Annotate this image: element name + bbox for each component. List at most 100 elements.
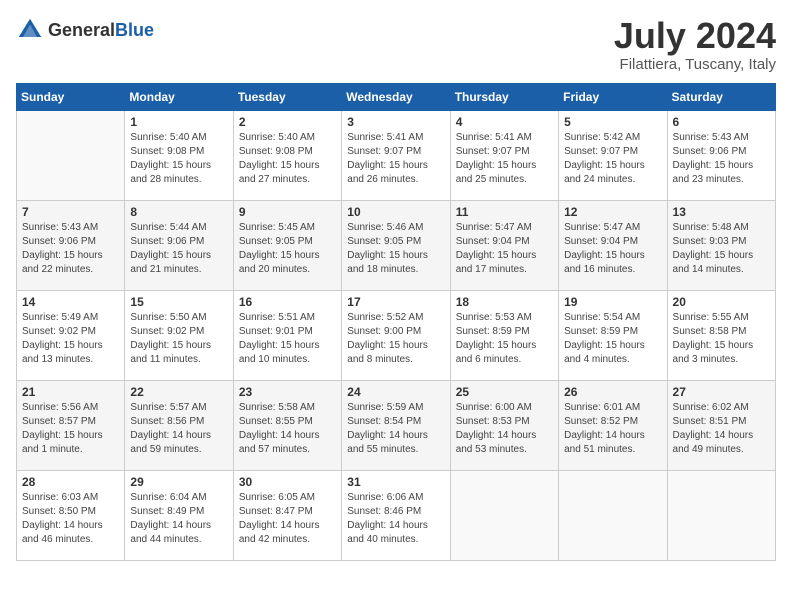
day-info: Sunrise: 5:40 AM Sunset: 9:08 PM Dayligh… [239,131,336,187]
calendar-cell: 20 Sunrise: 5:55 AM Sunset: 8:58 PM Dayli… [667,290,775,380]
header-sunday: Sunday [17,83,125,110]
day-info: Sunrise: 5:41 AM Sunset: 9:07 PM Dayligh… [456,131,553,187]
title-block: July 2024 Filattiera, Tuscany, Italy [614,16,776,73]
day-number: 3 [347,115,444,129]
calendar-cell: 31 Sunrise: 6:06 AM Sunset: 8:46 PM Dayli… [342,470,450,560]
day-info: Sunrise: 5:52 AM Sunset: 9:00 PM Dayligh… [347,311,444,367]
day-number: 23 [239,385,336,399]
day-number: 30 [239,475,336,489]
calendar-cell: 28 Sunrise: 6:03 AM Sunset: 8:50 PM Dayli… [17,470,125,560]
day-info: Sunrise: 5:58 AM Sunset: 8:55 PM Dayligh… [239,401,336,457]
page-header: GeneralBlue July 2024 Filattiera, Tuscan… [16,16,776,73]
calendar-cell: 5Sunrise: 5:42 AM Sunset: 9:07 PM Daylig… [559,110,667,200]
calendar-cell: 3Sunrise: 5:41 AM Sunset: 9:07 PM Daylig… [342,110,450,200]
day-info: Sunrise: 5:47 AM Sunset: 9:04 PM Dayligh… [456,221,553,277]
day-info: Sunrise: 5:54 AM Sunset: 8:59 PM Dayligh… [564,311,661,367]
day-number: 17 [347,295,444,309]
day-info: Sunrise: 6:01 AM Sunset: 8:52 PM Dayligh… [564,401,661,457]
day-number: 13 [673,205,770,219]
calendar-cell: 21 Sunrise: 5:56 AM Sunset: 8:57 PM Dayli… [17,380,125,470]
logo-text-blue: Blue [115,20,154,40]
day-number: 25 [456,385,553,399]
day-number: 27 [673,385,770,399]
day-info: Sunrise: 6:02 AM Sunset: 8:51 PM Dayligh… [673,401,770,457]
calendar-cell [559,470,667,560]
day-info: Sunrise: 5:43 AM Sunset: 9:06 PM Dayligh… [22,221,119,277]
day-info: Sunrise: 5:55 AM Sunset: 8:58 PM Dayligh… [673,311,770,367]
calendar-cell [17,110,125,200]
day-number: 28 [22,475,119,489]
calendar-cell: 13 Sunrise: 5:48 AM Sunset: 9:03 PM Dayli… [667,200,775,290]
day-info: Sunrise: 5:44 AM Sunset: 9:06 PM Dayligh… [130,221,227,277]
calendar-cell: 30 Sunrise: 6:05 AM Sunset: 8:47 PM Dayli… [233,470,341,560]
day-info: Sunrise: 5:48 AM Sunset: 9:03 PM Dayligh… [673,221,770,277]
calendar-cell [667,470,775,560]
header-saturday: Saturday [667,83,775,110]
calendar-cell: 4 Sunrise: 5:41 AM Sunset: 9:07 PM Daylig… [450,110,558,200]
logo: GeneralBlue [16,16,154,44]
header-wednesday: Wednesday [342,83,450,110]
day-number: 20 [673,295,770,309]
day-info: Sunrise: 5:42 AM Sunset: 9:07 PM Dayligh… [564,131,661,187]
day-number: 11 [456,205,553,219]
day-number: 7 [22,205,119,219]
day-info: Sunrise: 5:49 AM Sunset: 9:02 PM Dayligh… [22,311,119,367]
calendar-table: SundayMondayTuesdayWednesdayThursdayFrid… [16,83,776,561]
month-year: July 2024 [614,16,776,56]
calendar-cell: 18 Sunrise: 5:53 AM Sunset: 8:59 PM Dayli… [450,290,558,380]
day-info: Sunrise: 5:56 AM Sunset: 8:57 PM Dayligh… [22,401,119,457]
day-number: 29 [130,475,227,489]
calendar-cell: 12Sunrise: 5:47 AM Sunset: 9:04 PM Dayli… [559,200,667,290]
calendar-cell: 27 Sunrise: 6:02 AM Sunset: 8:51 PM Dayli… [667,380,775,470]
day-info: Sunrise: 5:53 AM Sunset: 8:59 PM Dayligh… [456,311,553,367]
calendar-cell: 7 Sunrise: 5:43 AM Sunset: 9:06 PM Daylig… [17,200,125,290]
day-info: Sunrise: 5:43 AM Sunset: 9:06 PM Dayligh… [673,131,770,187]
calendar-week-row: 28 Sunrise: 6:03 AM Sunset: 8:50 PM Dayli… [17,470,776,560]
day-info: Sunrise: 6:04 AM Sunset: 8:49 PM Dayligh… [130,491,227,547]
calendar-cell: 11 Sunrise: 5:47 AM Sunset: 9:04 PM Dayli… [450,200,558,290]
calendar-cell: 26 Sunrise: 6:01 AM Sunset: 8:52 PM Dayli… [559,380,667,470]
calendar-cell [450,470,558,560]
day-info: Sunrise: 5:57 AM Sunset: 8:56 PM Dayligh… [130,401,227,457]
day-info: Sunrise: 6:05 AM Sunset: 8:47 PM Dayligh… [239,491,336,547]
calendar-cell: 16 Sunrise: 5:51 AM Sunset: 9:01 PM Dayli… [233,290,341,380]
day-number: 26 [564,385,661,399]
day-number: 6 [673,115,770,129]
day-number: 2 [239,115,336,129]
day-number: 10 [347,205,444,219]
calendar-cell: 24Sunrise: 5:59 AM Sunset: 8:54 PM Dayli… [342,380,450,470]
calendar-cell: 6 Sunrise: 5:43 AM Sunset: 9:06 PM Daylig… [667,110,775,200]
calendar-cell: 10Sunrise: 5:46 AM Sunset: 9:05 PM Dayli… [342,200,450,290]
day-info: Sunrise: 6:06 AM Sunset: 8:46 PM Dayligh… [347,491,444,547]
day-number: 21 [22,385,119,399]
calendar-cell: 9 Sunrise: 5:45 AM Sunset: 9:05 PM Daylig… [233,200,341,290]
day-number: 16 [239,295,336,309]
day-number: 24 [347,385,444,399]
day-number: 1 [130,115,227,129]
day-number: 22 [130,385,227,399]
calendar-cell: 14Sunrise: 5:49 AM Sunset: 9:02 PM Dayli… [17,290,125,380]
calendar-cell: 23 Sunrise: 5:58 AM Sunset: 8:55 PM Dayli… [233,380,341,470]
day-number: 19 [564,295,661,309]
calendar-cell: 29 Sunrise: 6:04 AM Sunset: 8:49 PM Dayli… [125,470,233,560]
header-friday: Friday [559,83,667,110]
calendar-cell: 17 Sunrise: 5:52 AM Sunset: 9:00 PM Dayli… [342,290,450,380]
day-number: 31 [347,475,444,489]
calendar-cell: 2 Sunrise: 5:40 AM Sunset: 9:08 PM Daylig… [233,110,341,200]
day-number: 9 [239,205,336,219]
logo-icon [16,16,44,44]
calendar-cell: 25Sunrise: 6:00 AM Sunset: 8:53 PM Dayli… [450,380,558,470]
day-info: Sunrise: 6:03 AM Sunset: 8:50 PM Dayligh… [22,491,119,547]
header-tuesday: Tuesday [233,83,341,110]
calendar-cell: 22 Sunrise: 5:57 AM Sunset: 8:56 PM Dayli… [125,380,233,470]
day-number: 15 [130,295,227,309]
day-number: 4 [456,115,553,129]
calendar-week-row: 1 Sunrise: 5:40 AM Sunset: 9:08 PM Daylig… [17,110,776,200]
day-info: Sunrise: 5:45 AM Sunset: 9:05 PM Dayligh… [239,221,336,277]
day-info: Sunrise: 5:51 AM Sunset: 9:01 PM Dayligh… [239,311,336,367]
day-number: 12 [564,205,661,219]
calendar-cell: 1 Sunrise: 5:40 AM Sunset: 9:08 PM Daylig… [125,110,233,200]
day-number: 18 [456,295,553,309]
calendar-cell: 8Sunrise: 5:44 AM Sunset: 9:06 PM Daylig… [125,200,233,290]
day-info: Sunrise: 5:40 AM Sunset: 9:08 PM Dayligh… [130,131,227,187]
